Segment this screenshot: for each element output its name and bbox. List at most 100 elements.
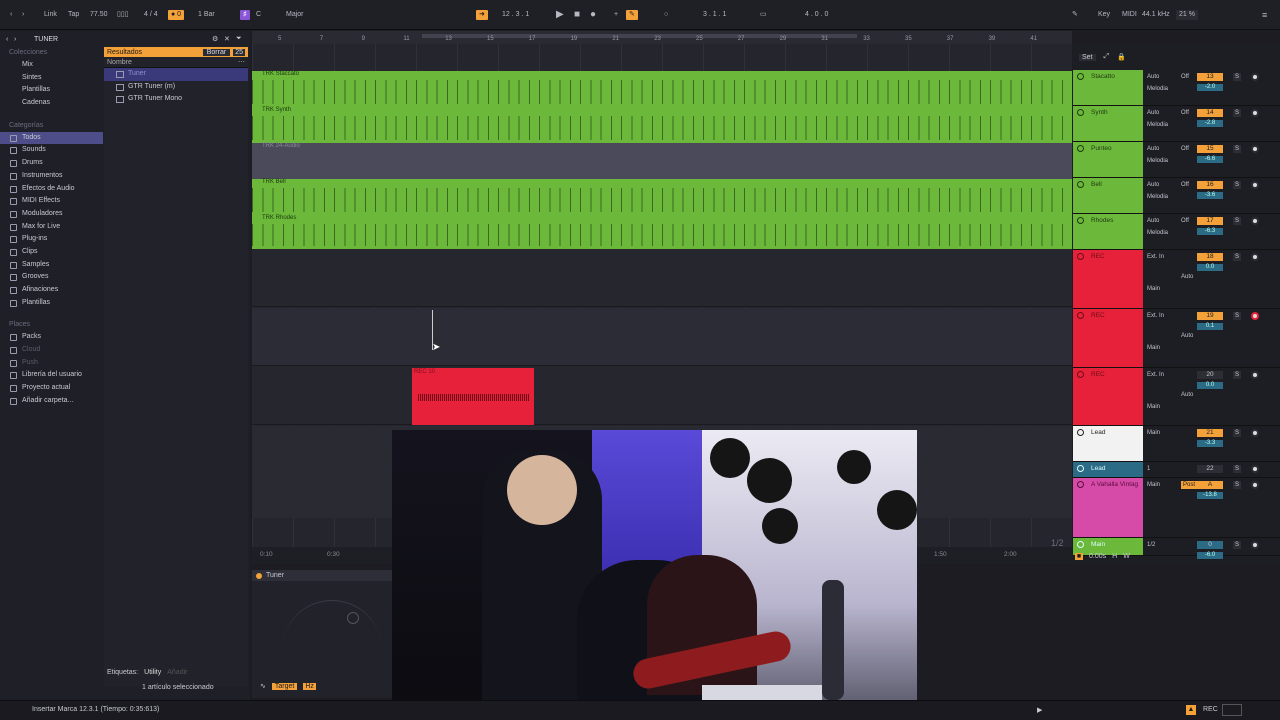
track-number-button[interactable]: 17 <box>1197 217 1223 225</box>
volume-slider[interactable]: 0.0 <box>1197 382 1223 389</box>
volume-slider[interactable]: -3.3 <box>1197 440 1223 447</box>
input-type-select[interactable]: Ext. In <box>1147 371 1164 379</box>
output-select[interactable]: Melodia <box>1147 121 1168 129</box>
category-item[interactable]: MIDI Effects <box>0 195 103 208</box>
record-icon[interactable]: ● <box>590 10 596 20</box>
device-power-icon[interactable] <box>256 572 262 579</box>
arm-record-icon[interactable] <box>1251 109 1259 117</box>
category-item[interactable]: Afinaciones <box>0 284 103 297</box>
lock-icon[interactable]: 🔒 <box>1117 53 1126 61</box>
track-activator-icon[interactable] <box>1077 541 1084 548</box>
collection-item[interactable]: Sintes <box>0 72 103 85</box>
track-number-button[interactable]: 0 <box>1197 541 1223 549</box>
track-name-header[interactable]: Rhodes <box>1073 214 1143 249</box>
solo-button[interactable]: S <box>1233 371 1241 379</box>
input-type-select[interactable]: 1 <box>1147 465 1150 473</box>
arm-record-icon[interactable] <box>1251 312 1259 320</box>
input-type-select[interactable]: Auto <box>1147 109 1159 117</box>
loop-start-field[interactable]: 3 . 1 . 1 <box>703 10 726 20</box>
category-item[interactable]: Instrumentos <box>0 170 103 183</box>
monitor-select[interactable]: Auto <box>1181 391 1193 399</box>
volume-slider[interactable]: -6.3 <box>1197 228 1223 235</box>
output-select[interactable]: Melodia <box>1147 157 1168 165</box>
category-item[interactable]: Plug-ins <box>0 233 103 246</box>
volume-slider[interactable]: -6.6 <box>1197 156 1223 163</box>
settings-icon[interactable]: ⚙ <box>212 35 224 43</box>
volume-slider[interactable]: -3.6 <box>1197 192 1223 199</box>
loop-length-field[interactable]: 4 . 0 . 0 <box>805 10 828 20</box>
input-type-select[interactable]: Main <box>1147 481 1160 489</box>
track-name-header[interactable]: A Vahalla Vintag <box>1073 478 1143 537</box>
collection-item[interactable]: Plantillas <box>0 84 103 97</box>
track-activator-icon[interactable] <box>1077 73 1084 80</box>
track-name-header[interactable]: Bell <box>1073 178 1143 213</box>
input-type-select[interactable]: Main <box>1147 429 1160 437</box>
volume-slider[interactable]: -13.8 <box>1197 492 1223 499</box>
draw-mode-icon[interactable]: ✎ <box>1072 10 1078 20</box>
category-item[interactable]: Moduladores <box>0 208 103 221</box>
browser-search[interactable]: ‹ › TUNER ⚙ ✕ ⏷ <box>6 33 246 45</box>
category-item[interactable]: Sounds <box>0 144 103 157</box>
arm-record-icon[interactable] <box>1251 371 1259 379</box>
track-activator-icon[interactable] <box>1077 465 1084 472</box>
category-item[interactable]: Drums <box>0 157 103 170</box>
track-lane-rec-2[interactable] <box>252 308 1072 366</box>
clip-rec-10[interactable]: REC 10 <box>412 368 534 425</box>
search-input[interactable]: TUNER <box>34 36 212 43</box>
arm-record-icon[interactable] <box>1251 481 1259 489</box>
track-number-button[interactable]: 20 <box>1197 371 1223 379</box>
place-item[interactable]: Push <box>0 357 103 370</box>
key-map-button[interactable]: Key <box>1098 10 1110 20</box>
place-item[interactable]: Librería del usuario <box>0 369 103 382</box>
target-button[interactable]: Target <box>271 682 298 690</box>
track-activator-icon[interactable] <box>1077 481 1084 488</box>
output-select[interactable]: Melodia <box>1147 229 1168 237</box>
play-small-icon[interactable]: ▶ <box>1037 706 1042 714</box>
result-item[interactable]: GTR Tuner (m) <box>104 81 248 94</box>
result-item[interactable]: Tuner <box>104 68 248 81</box>
overview-ruler[interactable]: 5 7 9 11 13 15 17 19 21 23 25 27 29 31 33 35 37 39 41 <box>252 31 1072 44</box>
input-type-select[interactable]: Ext. In <box>1147 312 1164 320</box>
chevron-left-icon[interactable]: ‹ <box>6 36 14 43</box>
track-name-header[interactable]: REC <box>1073 250 1143 308</box>
volume-slider[interactable]: -6.0 <box>1197 552 1223 559</box>
input-type-select[interactable]: Auto <box>1147 145 1159 153</box>
track-number-button[interactable]: A <box>1197 481 1223 489</box>
input-type-select[interactable]: Auto <box>1147 217 1159 225</box>
track-activator-icon[interactable] <box>1077 145 1084 152</box>
track-number-button[interactable]: 19 <box>1197 312 1223 320</box>
key-root-select[interactable]: C <box>256 10 261 20</box>
track-number-button[interactable]: 14 <box>1197 109 1223 117</box>
monitor-select[interactable]: Off <box>1181 73 1189 81</box>
result-item[interactable]: GTR Tuner Mono <box>104 93 248 106</box>
menu-icon[interactable]: ≡ <box>1262 10 1267 20</box>
output-select[interactable]: Main <box>1147 403 1160 411</box>
solo-button[interactable]: S <box>1233 109 1241 117</box>
output-select[interactable]: Main <box>1147 344 1160 352</box>
solo-button[interactable]: S <box>1233 465 1241 473</box>
column-options-icon[interactable]: ⋯ <box>238 58 245 66</box>
track-number-button[interactable]: 18 <box>1197 253 1223 261</box>
position-field[interactable]: 12 . 3 . 1 <box>502 10 529 20</box>
time-signature[interactable]: 4 / 4 <box>144 10 158 20</box>
solo-button[interactable]: S <box>1233 145 1241 153</box>
loop-icon[interactable]: ▭ <box>760 10 767 20</box>
track-activator-icon[interactable] <box>1077 109 1084 116</box>
clip-synth[interactable]: TRK Synth <box>252 107 1072 143</box>
output-select[interactable]: Melodia <box>1147 85 1168 93</box>
category-item[interactable]: Todos <box>0 131 103 145</box>
forward-icon[interactable]: › <box>22 10 24 20</box>
track-name-header[interactable]: Synth <box>1073 106 1143 141</box>
solo-button[interactable]: S <box>1233 253 1241 261</box>
category-item[interactable]: Grooves <box>0 271 103 284</box>
track-number-button[interactable]: 22 <box>1197 465 1223 473</box>
arm-record-icon[interactable] <box>1251 145 1259 153</box>
tag-utility[interactable]: Utility <box>144 669 161 676</box>
volume-slider[interactable]: 0.0 <box>1197 264 1223 271</box>
track-name-header[interactable]: Lead <box>1073 426 1143 461</box>
track-number-button[interactable]: 15 <box>1197 145 1223 153</box>
expand-icon[interactable]: ⤢ <box>1104 53 1110 61</box>
track-name-header[interactable]: Punteo <box>1073 142 1143 177</box>
place-item[interactable]: Añadir carpeta... <box>0 395 103 408</box>
zoom-value[interactable]: 0.00s <box>1089 553 1106 560</box>
